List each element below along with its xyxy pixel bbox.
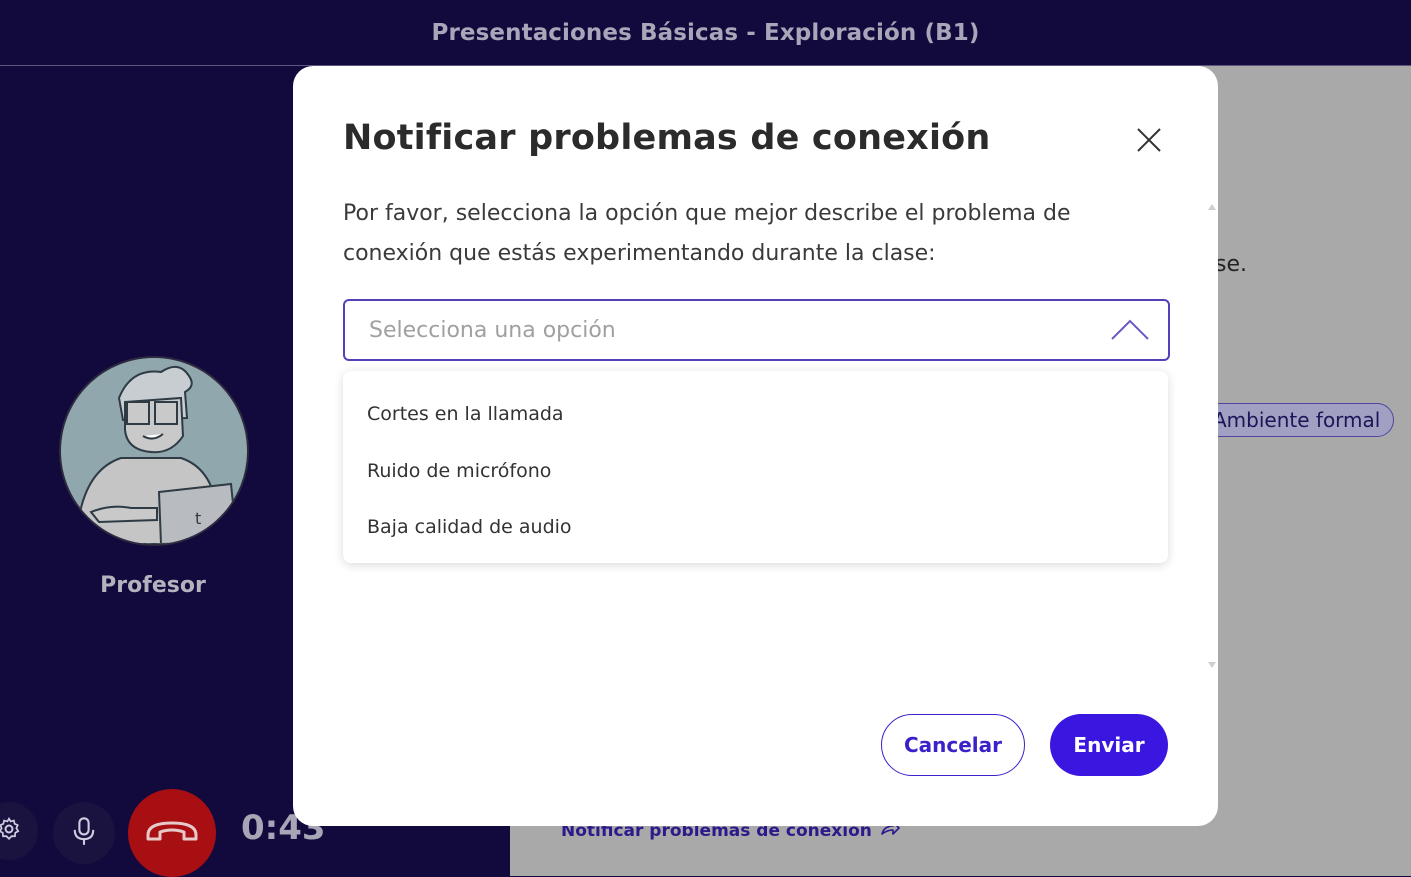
scroll-up-icon[interactable]	[1207, 196, 1217, 215]
microphone-icon	[70, 816, 98, 850]
teacher-avatar: t	[59, 356, 249, 546]
dialog-description: Por favor, selecciona la opción que mejo…	[343, 201, 1071, 266]
page-title: Presentaciones Básicas - Exploración (B1…	[431, 19, 980, 46]
dialog-title: Notificar problemas de conexión	[343, 118, 991, 158]
hang-up-icon	[144, 817, 200, 849]
select-placeholder: Selecciona una opción	[369, 317, 616, 343]
scroll-down-icon[interactable]	[1207, 654, 1217, 673]
chevron-up-icon	[1110, 317, 1150, 347]
hang-up-button[interactable]	[128, 789, 216, 877]
background-text-fragment: se.	[1215, 252, 1247, 277]
problem-select[interactable]: Selecciona una opción	[343, 299, 1170, 361]
tag-chip-label: Ambiente formal	[1213, 408, 1381, 432]
option-low-audio[interactable]: Baja calidad de audio	[367, 516, 572, 538]
options-dropdown: Cortes en la llamada Ruido de micrófono …	[343, 371, 1168, 563]
top-bar: Presentaciones Básicas - Exploración (B1…	[0, 0, 1411, 66]
cancel-button[interactable]: Cancelar	[881, 714, 1025, 776]
close-icon	[1136, 127, 1162, 157]
option-call-drops[interactable]: Cortes en la llamada	[367, 403, 564, 425]
settings-icon	[0, 816, 22, 846]
microphone-button[interactable]	[53, 802, 115, 864]
teacher-name: Profesor	[100, 573, 206, 598]
report-dialog: Notificar problemas de conexión Por favo…	[293, 66, 1218, 826]
tag-chip[interactable]: Ambiente formal	[1196, 403, 1395, 437]
close-button[interactable]	[1131, 124, 1167, 160]
option-mic-noise[interactable]: Ruido de micrófono	[367, 460, 551, 482]
send-button[interactable]: Enviar	[1050, 714, 1168, 776]
svg-text:t: t	[195, 509, 201, 528]
